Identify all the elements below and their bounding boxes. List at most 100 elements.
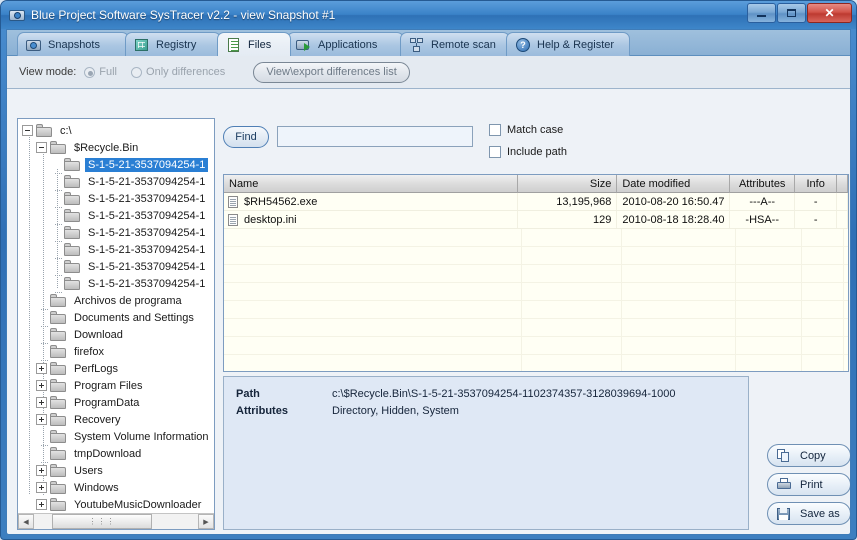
- tree-item[interactable]: Download: [20, 326, 214, 344]
- print-icon: [777, 477, 792, 492]
- file-name-label: $RH54562.exe: [244, 195, 318, 208]
- cell-empty: [802, 355, 844, 371]
- tree-item[interactable]: $Recycle.Bin: [20, 139, 214, 156]
- tab-help-register[interactable]: ? Help & Register: [506, 32, 630, 56]
- file-list[interactable]: Name Size Date modified Attributes Info …: [223, 174, 849, 372]
- column-header-name[interactable]: Name: [224, 175, 519, 193]
- column-header-attributes[interactable]: Attributes: [730, 175, 796, 193]
- cell-empty: [622, 319, 736, 336]
- tree-item[interactable]: System Volume Information: [20, 428, 214, 446]
- tree-item[interactable]: PerfLogs: [20, 360, 214, 377]
- tab-snapshots[interactable]: Snapshots: [17, 32, 129, 56]
- table-row[interactable]: desktop.ini 129 2010-08-18 18:28.40 -HSA…: [224, 211, 848, 229]
- include-path-checkbox[interactable]: Include path: [489, 146, 567, 158]
- cell-empty: [802, 319, 844, 336]
- expand-icon[interactable]: [36, 482, 47, 493]
- tree-item[interactable]: Recovery: [20, 411, 214, 428]
- tree-item[interactable]: c:\: [20, 122, 214, 139]
- tree-item[interactable]: S-1-5-21-3537094254-1: [20, 275, 214, 293]
- find-button[interactable]: Find: [223, 126, 269, 148]
- network-nodes-icon: [409, 37, 425, 52]
- column-header-size[interactable]: Size: [518, 175, 618, 193]
- tree-item-label: YoutubeMusicDownloader: [74, 498, 202, 511]
- tree-item[interactable]: ProgramData: [20, 394, 214, 411]
- tree-item-selected[interactable]: S-1-5-21-3537094254-1: [20, 156, 214, 174]
- detail-path-key: Path: [236, 387, 260, 400]
- cell-attributes: ---A--: [730, 193, 796, 210]
- title-bar: Blue Project Software SysTracer v2.2 - v…: [1, 1, 856, 29]
- tree-item[interactable]: S-1-5-21-3537094254-1: [20, 190, 214, 208]
- tree-item[interactable]: S-1-5-21-3537094254-1: [20, 207, 214, 225]
- cell-empty: [224, 265, 522, 282]
- collapse-icon[interactable]: [22, 125, 33, 136]
- tree-item[interactable]: S-1-5-21-3537094254-1: [20, 241, 214, 259]
- expand-icon[interactable]: [36, 499, 47, 510]
- tree-item[interactable]: Users: [20, 462, 214, 479]
- tree-item[interactable]: firefox: [20, 343, 214, 361]
- scroll-left-icon[interactable]: ◀: [18, 514, 34, 529]
- tree-horizontal-scrollbar[interactable]: ◀ ⋮⋮⋮ ▶: [18, 513, 214, 529]
- radio-full[interactable]: Full: [84, 66, 117, 78]
- tab-applications[interactable]: Applications: [287, 32, 404, 56]
- tree-item[interactable]: Program Files: [20, 377, 214, 394]
- folder-icon: [64, 243, 80, 256]
- tree-item[interactable]: Windows: [20, 479, 214, 496]
- tree-item[interactable]: S-1-5-21-3537094254-1: [20, 224, 214, 242]
- radio-only-differences[interactable]: Only differences: [131, 66, 225, 78]
- expand-icon[interactable]: [36, 465, 47, 476]
- tab-files[interactable]: Files: [217, 32, 291, 56]
- match-case-checkbox[interactable]: Match case: [489, 124, 563, 136]
- file-icon: [228, 213, 238, 226]
- minimize-button[interactable]: [747, 3, 776, 23]
- detail-path-value: c:\$Recycle.Bin\S-1-5-21-3537094254-1102…: [332, 387, 676, 400]
- tree-item-label: S-1-5-21-3537094254-1: [88, 260, 206, 273]
- scrollbar-thumb[interactable]: ⋮⋮⋮: [52, 514, 152, 529]
- copy-icon: [777, 448, 792, 463]
- tab-registry[interactable]: Registry: [125, 32, 221, 56]
- column-header-date-modified[interactable]: Date modified: [617, 175, 731, 193]
- cell-empty: [802, 337, 844, 354]
- tree-item[interactable]: S-1-5-21-3537094254-1: [20, 173, 214, 191]
- table-row-empty: [224, 337, 848, 355]
- expand-icon[interactable]: [36, 380, 47, 391]
- tree-item[interactable]: Documents and Settings: [20, 309, 214, 327]
- view-mode-toolbar: View mode: Full Only differences View\ex…: [7, 56, 850, 89]
- collapse-icon[interactable]: [36, 142, 47, 153]
- tab-registry-label: Registry: [156, 38, 197, 51]
- save-as-button[interactable]: Save as: [767, 502, 850, 525]
- expand-icon[interactable]: [36, 414, 47, 425]
- maximize-button[interactable]: [777, 3, 806, 23]
- window-title: Blue Project Software SysTracer v2.2 - v…: [31, 8, 336, 22]
- table-row-empty: [224, 229, 848, 247]
- help-question-icon: ?: [515, 37, 531, 52]
- cell-empty: [522, 355, 622, 371]
- close-button[interactable]: ✕: [807, 3, 852, 23]
- expand-icon[interactable]: [36, 397, 47, 408]
- folder-icon: [64, 260, 80, 273]
- cell-name: $RH54562.exe: [224, 193, 519, 210]
- cell-empty: [736, 355, 802, 371]
- view-export-differences-button[interactable]: View\export differences list: [253, 61, 410, 83]
- tree-item-label: ProgramData: [74, 396, 140, 409]
- tree-item[interactable]: tmpDownload: [20, 445, 214, 463]
- table-row[interactable]: $RH54562.exe 13,195,968 2010-08-20 16:50…: [224, 193, 848, 211]
- expand-icon[interactable]: [36, 363, 47, 374]
- tab-remote-scan[interactable]: Remote scan: [400, 32, 510, 56]
- print-button[interactable]: Print: [767, 473, 850, 496]
- save-as-button-label: Save as: [800, 507, 840, 520]
- tree-item[interactable]: Archivos de programa: [20, 292, 214, 310]
- tree-item[interactable]: S-1-5-21-3537094254-1: [20, 258, 214, 276]
- cell-empty: [522, 283, 622, 300]
- column-header-info[interactable]: Info: [795, 175, 837, 193]
- scroll-right-icon[interactable]: ▶: [198, 514, 214, 529]
- cell-filler: [837, 193, 848, 210]
- copy-button[interactable]: Copy: [767, 444, 850, 467]
- radio-full-indicator: [84, 66, 96, 78]
- find-input[interactable]: [277, 126, 473, 147]
- cell-empty: [224, 319, 522, 336]
- tree-item[interactable]: YoutubeMusicDownloader: [20, 496, 214, 513]
- scrollbar-track[interactable]: ⋮⋮⋮: [34, 514, 198, 529]
- cell-empty: [802, 301, 844, 318]
- folder-tree[interactable]: c:\ $Recycle.Bin S-1-5-21-3537094254-1 S…: [18, 119, 214, 514]
- cell-date-modified: 2010-08-18 18:28.40: [617, 211, 731, 228]
